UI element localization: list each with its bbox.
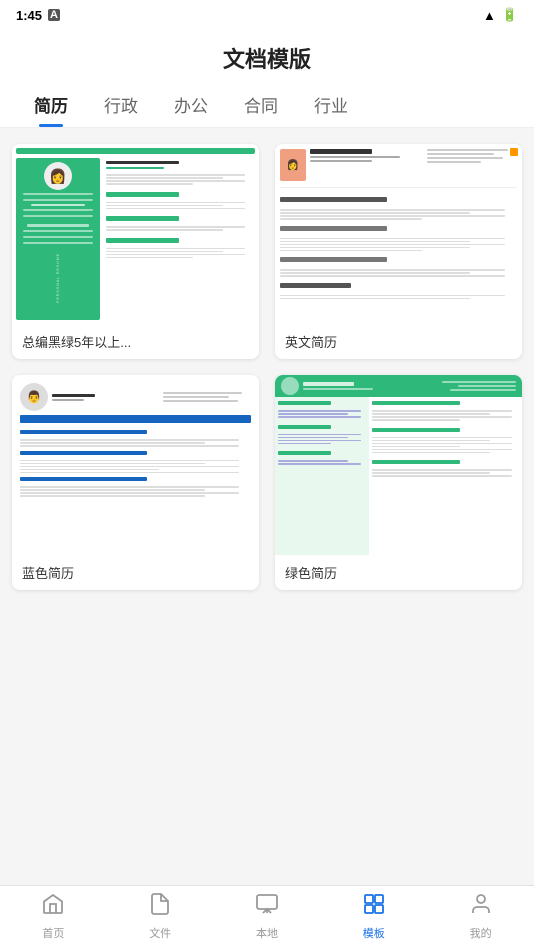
status-time: 1:45 A [16,8,60,23]
tab-industry[interactable]: 行业 [296,82,366,127]
nav-home[interactable]: 首页 [0,892,107,945]
template-label-2: 英文简历 [275,324,522,359]
tab-admin[interactable]: 行政 [86,82,156,127]
nav-mine-label: 我的 [470,925,492,941]
mine-icon [469,892,493,922]
local-icon [255,892,279,922]
template-preview-1: 👩 PERSONAL RESUME [12,144,259,324]
page-title: 文档模版 [0,42,534,74]
nav-files-label: 文件 [149,925,171,941]
template-preview-4 [275,375,522,555]
template-grid: 👩 PERSONAL RESUME [12,144,522,590]
template-preview-3: 👨 [12,375,259,555]
files-icon [148,892,172,922]
template-icon [362,892,386,922]
page-header: 文档模版 [0,30,534,82]
nav-local[interactable]: 本地 [214,892,321,945]
tab-contract[interactable]: 合同 [226,82,296,127]
nav-home-label: 首页 [42,925,64,941]
wifi-icon: ▲ [483,8,496,23]
home-icon [41,892,65,922]
android-icon: A [48,9,60,21]
template-card-4[interactable]: 绿色简历 [275,375,522,590]
template-card-2[interactable]: 👩 [275,144,522,359]
status-bar: 1:45 A ▲ 🔋 [0,0,534,30]
tab-office[interactable]: 办公 [156,82,226,127]
status-icons: ▲ 🔋 [483,7,518,23]
category-tabs: 简历 行政 办公 合同 行业 [0,82,534,128]
nav-mine[interactable]: 我的 [427,892,534,945]
bottom-navigation: 首页 文件 本地 模板 [0,885,534,950]
nav-local-label: 本地 [256,925,278,941]
tab-resume[interactable]: 简历 [16,82,86,127]
template-card-1[interactable]: 👩 PERSONAL RESUME [12,144,259,359]
nav-template[interactable]: 模板 [320,892,427,945]
nav-files[interactable]: 文件 [107,892,214,945]
template-label-3: 蓝色简历 [12,555,259,590]
template-label-1: 总编黑绿5年以上... [12,324,259,359]
template-content: 👩 PERSONAL RESUME [0,128,534,879]
nav-template-label: 模板 [363,925,385,941]
battery-icon: 🔋 [502,7,518,23]
template-label-4: 绿色简历 [275,555,522,590]
template-preview-2: 👩 [275,144,522,324]
template-card-3[interactable]: 👨 [12,375,259,590]
